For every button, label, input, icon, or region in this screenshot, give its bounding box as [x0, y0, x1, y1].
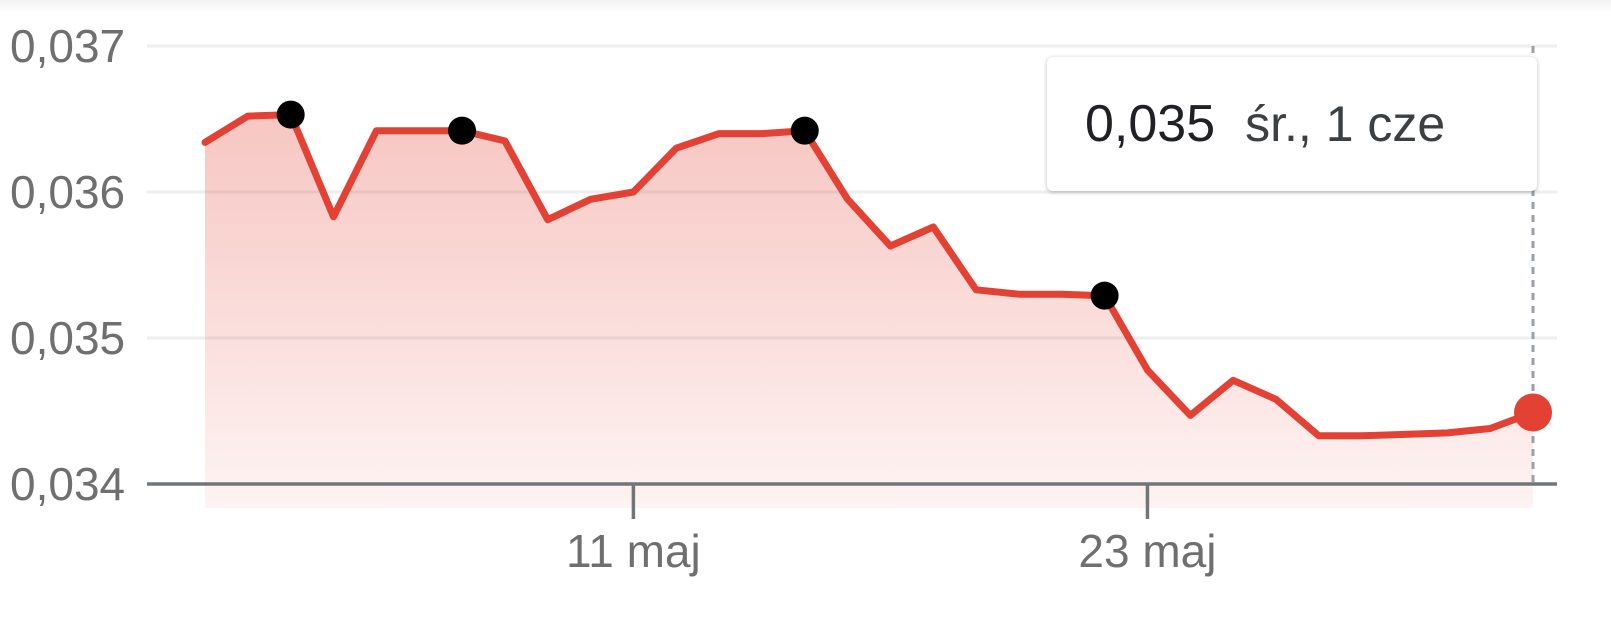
- x-tick-label: 23 maj: [1078, 525, 1216, 577]
- x-tick-label: 11 maj: [566, 525, 701, 577]
- value-tooltip: 0,035 śr., 1 cze: [1047, 57, 1537, 191]
- current-point-marker: [1514, 393, 1552, 432]
- event-marker: [790, 116, 819, 145]
- stock-chart[interactable]: 0,034 0,035 0,036 0,037 11 maj 23 maj 0,035 ś…: [0, 0, 1611, 614]
- y-tick-label: 0,037: [10, 20, 125, 72]
- y-tick-label: 0,034: [10, 458, 125, 510]
- tooltip-date: śr., 1 cze: [1245, 96, 1446, 152]
- event-marker: [448, 116, 477, 145]
- event-marker: [276, 100, 305, 129]
- top-shade: [0, 0, 1611, 14]
- tooltip-value: 0,035: [1085, 95, 1216, 153]
- y-tick-label: 0,036: [10, 166, 125, 218]
- event-marker: [1090, 281, 1119, 310]
- y-tick-label: 0,035: [10, 312, 125, 364]
